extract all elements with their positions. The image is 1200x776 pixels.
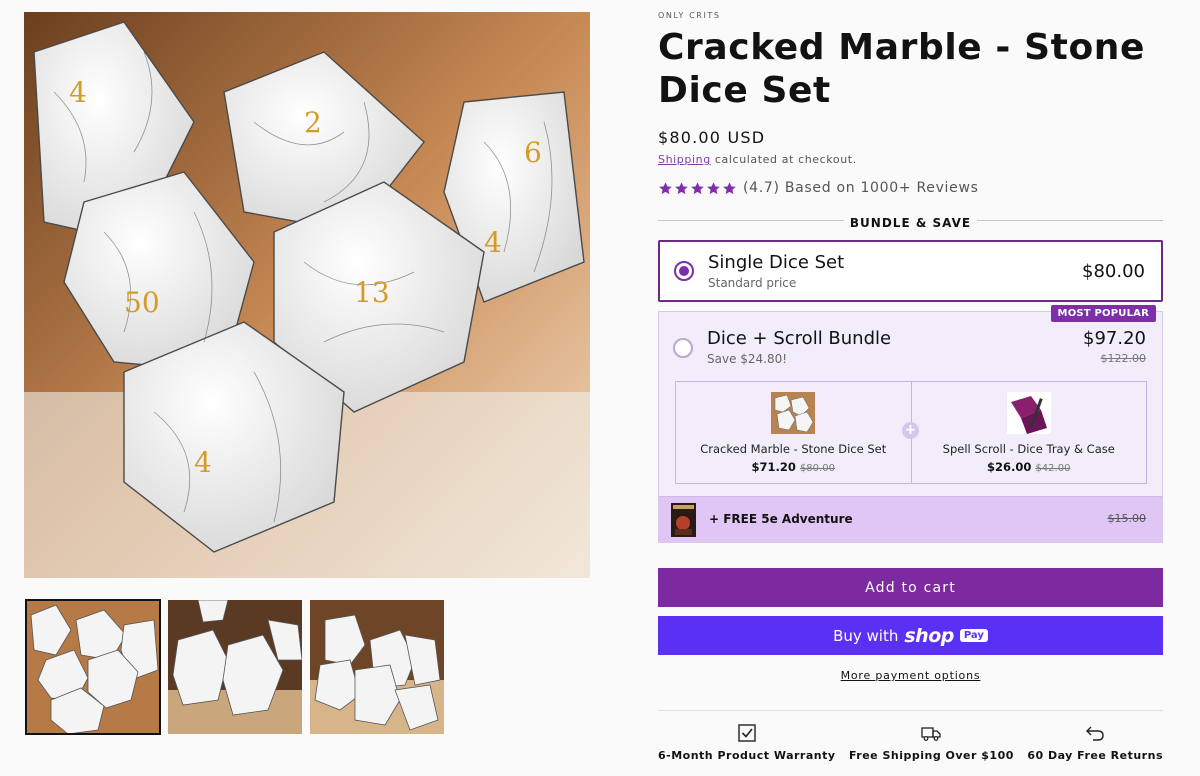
svg-text:4: 4 bbox=[194, 446, 212, 479]
bundle-item-compare-price: $80.00 bbox=[799, 463, 835, 474]
rating-text: (4.7) Based on 1000+ Reviews bbox=[743, 180, 979, 196]
option-subtext: Standard price bbox=[708, 276, 797, 290]
svg-text:2: 2 bbox=[304, 106, 322, 139]
svg-text:4: 4 bbox=[484, 226, 502, 259]
checkbox-icon bbox=[738, 724, 756, 742]
pay-badge: Pay bbox=[959, 629, 988, 642]
bundle-item-price: $26.00 $42.00 bbox=[912, 460, 1147, 474]
thumbnail-2[interactable] bbox=[168, 600, 302, 734]
star-icon bbox=[691, 181, 704, 194]
rating-stars bbox=[658, 181, 737, 196]
bundle-item-price: $71.20 $80.00 bbox=[676, 460, 911, 474]
option-price: $97.20 bbox=[1083, 328, 1146, 349]
bundle-item-name: Spell Scroll - Dice Tray & Case bbox=[942, 442, 1115, 456]
perk-returns: 60 Day Free Returns bbox=[1027, 711, 1163, 776]
radio-selected[interactable] bbox=[674, 261, 694, 281]
add-to-cart-button[interactable]: Add to cart bbox=[658, 568, 1163, 607]
perk-label: Free Shipping Over $100 bbox=[848, 749, 1014, 762]
perk-shipping: Free Shipping Over $100 bbox=[849, 711, 1014, 776]
bundle-heading: BUNDLE & SAVE bbox=[658, 212, 1163, 230]
svg-text:4: 4 bbox=[69, 76, 87, 109]
product-title: Cracked Marble - Stone Dice Set bbox=[658, 27, 1146, 111]
shop-pay-button[interactable]: Buy with shop Pay bbox=[658, 616, 1163, 655]
svg-text:6: 6 bbox=[524, 136, 542, 169]
plus-icon: + bbox=[902, 422, 919, 439]
buy-with-label: Buy with bbox=[833, 626, 899, 645]
bundle-item-name: Cracked Marble - Stone Dice Set bbox=[700, 442, 887, 456]
svg-text:13: 13 bbox=[354, 276, 390, 309]
product-info: ONLY CRITS Cracked Marble - Stone Dice S… bbox=[658, 8, 1163, 682]
thumbnail-3[interactable] bbox=[310, 600, 444, 734]
free-gift-row: + FREE 5e Adventure $15.00 bbox=[659, 496, 1162, 542]
return-arrow-icon bbox=[1086, 726, 1104, 741]
radio-unselected[interactable] bbox=[673, 338, 693, 358]
option-subtext: Save $24.80! bbox=[707, 352, 788, 366]
truck-icon bbox=[921, 727, 942, 741]
shipping-link[interactable]: Shipping bbox=[658, 153, 711, 166]
most-popular-badge: MOST POPULAR bbox=[1050, 305, 1156, 322]
shop-logo: shop bbox=[904, 624, 954, 647]
bundle-option-single[interactable]: Single Dice Set Standard price $80.00 bbox=[658, 240, 1163, 302]
dice-thumbnail-icon bbox=[771, 392, 816, 434]
perk-label: 6-Month Product Warranty bbox=[658, 749, 836, 762]
option-compare-price: $122.00 bbox=[1100, 352, 1147, 365]
free-gift-price: $15.00 bbox=[1107, 512, 1147, 525]
thumbnail-strip bbox=[25, 599, 444, 735]
vendor-label: ONLY CRITS bbox=[658, 11, 721, 20]
star-icon bbox=[659, 181, 672, 194]
more-payment-options-link[interactable]: More payment options bbox=[658, 669, 1163, 682]
product-main-image[interactable]: 4 2 6 50 13 4 4 bbox=[24, 12, 590, 578]
star-icon bbox=[675, 181, 688, 194]
free-gift-label: + FREE 5e Adventure bbox=[709, 512, 853, 526]
product-price: $80.00 USD bbox=[658, 128, 766, 147]
shipping-note-text: calculated at checkout. bbox=[714, 153, 857, 166]
perk-warranty: 6-Month Product Warranty bbox=[658, 711, 836, 776]
bundle-option-scroll[interactable]: MOST POPULAR Dice + Scroll Bundle Save $… bbox=[658, 305, 1163, 543]
option-name: Dice + Scroll Bundle bbox=[707, 328, 892, 349]
bundle-item-compare-price: $42.00 bbox=[1035, 463, 1071, 474]
option-name: Single Dice Set bbox=[708, 252, 845, 273]
thumbnail-1[interactable] bbox=[25, 599, 161, 735]
perks-row: 6-Month Product Warranty Free Shipping O… bbox=[658, 710, 1163, 776]
bundle-item: Spell Scroll - Dice Tray & Case $26.00 $4… bbox=[910, 382, 1147, 483]
rating-row[interactable]: (4.7) Based on 1000+ Reviews bbox=[658, 180, 1163, 196]
bundle-item-sale-price: $71.20 bbox=[751, 460, 796, 474]
star-icon bbox=[723, 181, 736, 194]
bundle-item: Cracked Marble - Stone Dice Set $71.20 $8… bbox=[676, 382, 911, 483]
perk-label: 60 Day Free Returns bbox=[1027, 749, 1163, 762]
option-price: $80.00 bbox=[1082, 261, 1145, 282]
star-icon bbox=[707, 181, 720, 194]
dice-tray-thumbnail-icon bbox=[1006, 392, 1051, 434]
adventure-book-icon bbox=[671, 503, 696, 537]
bundle-heading-text: BUNDLE & SAVE bbox=[843, 216, 978, 230]
bundle-item-sale-price: $26.00 bbox=[987, 460, 1032, 474]
shipping-note: Shipping calculated at checkout. bbox=[658, 153, 1163, 166]
svg-text:50: 50 bbox=[124, 286, 160, 319]
